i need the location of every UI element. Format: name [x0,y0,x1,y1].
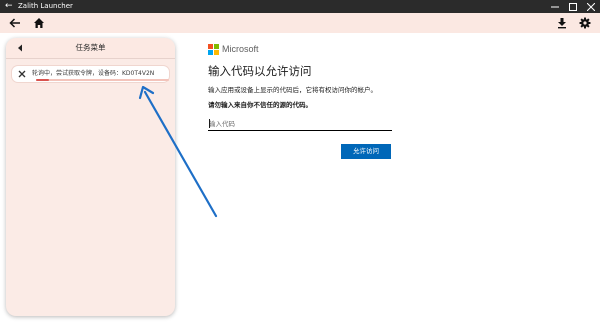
brand-name: Microsoft [222,44,259,54]
task-menu-header: 任务菜单 [6,38,175,59]
gear-icon [579,17,591,29]
app-toolbar [0,13,600,33]
close-icon[interactable] [17,69,27,79]
titlebar-back-button[interactable]: ← [5,0,13,13]
settings-button[interactable] [577,15,593,31]
minimize-icon [551,6,559,7]
logo-square-red [208,44,213,49]
window-title: Zalith Launcher [18,2,73,10]
download-button[interactable] [554,15,570,31]
close-window-button[interactable] [582,0,600,13]
page-title: 输入代码以允许访问 [208,64,312,78]
logo-square-blue [208,50,213,55]
home-icon [34,18,44,28]
microsoft-logo [208,44,219,55]
task-item: 轮询中，尝试获取令牌，设备码：KD0T4V2N [12,66,169,82]
minimize-button[interactable] [546,0,564,13]
logo-square-green [214,44,219,49]
logo-square-yellow [214,50,219,55]
allow-access-button[interactable]: 允许访问 [341,144,391,159]
back-button[interactable] [7,15,23,31]
home-button[interactable] [31,15,47,31]
task-progress-fill [36,79,50,81]
arrow-left-icon [9,18,20,28]
task-menu-title: 任务菜单 [75,43,106,52]
task-progress-bar [36,79,169,81]
text-caret [209,119,210,128]
security-warning: 请勿输入来自你不信任的源的代码。 [208,101,312,109]
maximize-icon [569,2,577,11]
task-menu-panel: 任务菜单 轮询中，尝试获取令牌，设备码：KD0T4V2N [6,38,175,316]
window-controls [546,0,600,13]
code-input[interactable] [208,117,392,131]
title-bar: ← Zalith Launcher [0,0,600,13]
main-content: 任务菜单 轮询中，尝试获取令牌，设备码：KD0T4V2N Microsoft 输… [0,33,600,323]
close-icon [587,2,595,11]
maximize-button[interactable] [564,0,582,13]
page-description: 输入应用或设备上显示的代码后，它将有权访问你的帐户。 [208,86,377,94]
download-icon [558,18,566,29]
